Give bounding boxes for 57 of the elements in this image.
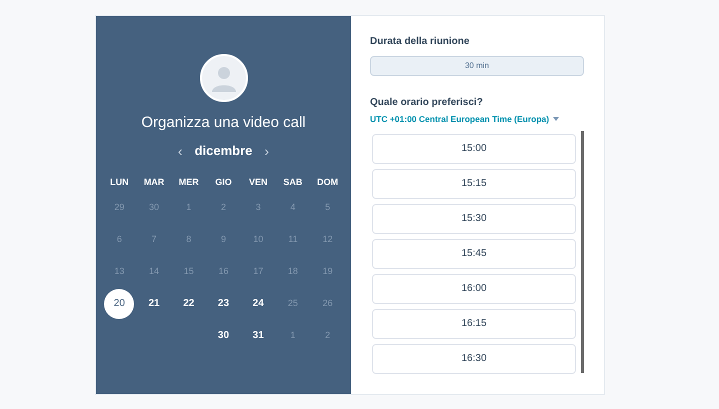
avatar-icon — [200, 54, 248, 102]
weekday-label: MAR — [144, 176, 164, 188]
available-date[interactable]: 30 — [218, 328, 230, 343]
available-date[interactable]: 23 — [218, 296, 230, 311]
unavailable-date: 12 — [322, 232, 333, 246]
available-date[interactable]: 31 — [252, 328, 264, 343]
available-date[interactable]: 22 — [183, 296, 194, 311]
time-slot-button[interactable]: 16:15 — [372, 308, 576, 339]
unavailable-date: 10 — [253, 232, 264, 246]
unavailable-date: 25 — [288, 296, 298, 310]
scrollbar[interactable] — [581, 130, 584, 373]
duration-field[interactable]: 30 min — [370, 56, 584, 76]
available-date[interactable]: 21 — [148, 296, 160, 311]
unavailable-date: 13 — [114, 264, 124, 278]
unavailable-date: 3 — [256, 200, 261, 214]
month-label: dicembre — [194, 142, 252, 160]
unavailable-date: 6 — [116, 232, 122, 246]
weekday-label: VEN — [248, 176, 268, 188]
unavailable-date: 1 — [290, 328, 296, 342]
unavailable-date: 19 — [322, 264, 333, 278]
time-slot-button[interactable]: 16:00 — [372, 274, 576, 304]
weekday-label: SAB — [283, 176, 302, 188]
unavailable-date: 14 — [149, 264, 160, 278]
caret-icon — [553, 117, 560, 122]
time-slot-button[interactable]: 15:00 — [372, 134, 576, 164]
unavailable-date: 15 — [184, 264, 194, 278]
unavailable-date: 8 — [186, 232, 192, 246]
time-label: Quale orario preferisci? — [370, 96, 484, 110]
timezone-dropdown[interactable]: UTC +01:00 Central European Time (Europa) — [370, 113, 560, 126]
weekday-label: GIO — [215, 176, 232, 188]
unavailable-date: 2 — [325, 328, 330, 342]
unavailable-date: 2 — [220, 200, 226, 214]
unavailable-date: 30 — [149, 200, 160, 214]
previous-month-button[interactable]: ‹ — [178, 140, 183, 162]
available-date[interactable]: 24 — [252, 296, 264, 311]
next-month-button[interactable]: › — [264, 140, 270, 162]
unavailable-date: 26 — [322, 296, 333, 310]
weekday-label: MER — [178, 176, 199, 188]
selected-date[interactable]: 20 — [104, 288, 134, 318]
unavailable-date: 29 — [114, 200, 124, 214]
unavailable-date: 18 — [288, 264, 298, 278]
unavailable-date: 16 — [218, 264, 228, 278]
unavailable-date: 7 — [152, 232, 157, 246]
unavailable-date: 9 — [220, 232, 226, 246]
page-title: Organizza una video call — [141, 113, 306, 133]
unavailable-date: 17 — [253, 264, 264, 278]
unavailable-date: 4 — [290, 200, 296, 214]
time-slot-button[interactable]: 15:15 — [372, 168, 576, 199]
weekday-label: DOM — [317, 176, 338, 188]
time-slot-button[interactable]: 15:30 — [372, 204, 576, 234]
weekday-label: LUN — [110, 176, 129, 188]
unavailable-date: 5 — [325, 200, 330, 214]
duration-label: Durata della riunione — [370, 35, 470, 49]
unavailable-date: 11 — [288, 232, 298, 246]
time-slot-button[interactable]: 15:45 — [372, 238, 576, 269]
unavailable-date: 1 — [186, 200, 192, 214]
time-slot-button[interactable]: 16:30 — [372, 344, 576, 374]
